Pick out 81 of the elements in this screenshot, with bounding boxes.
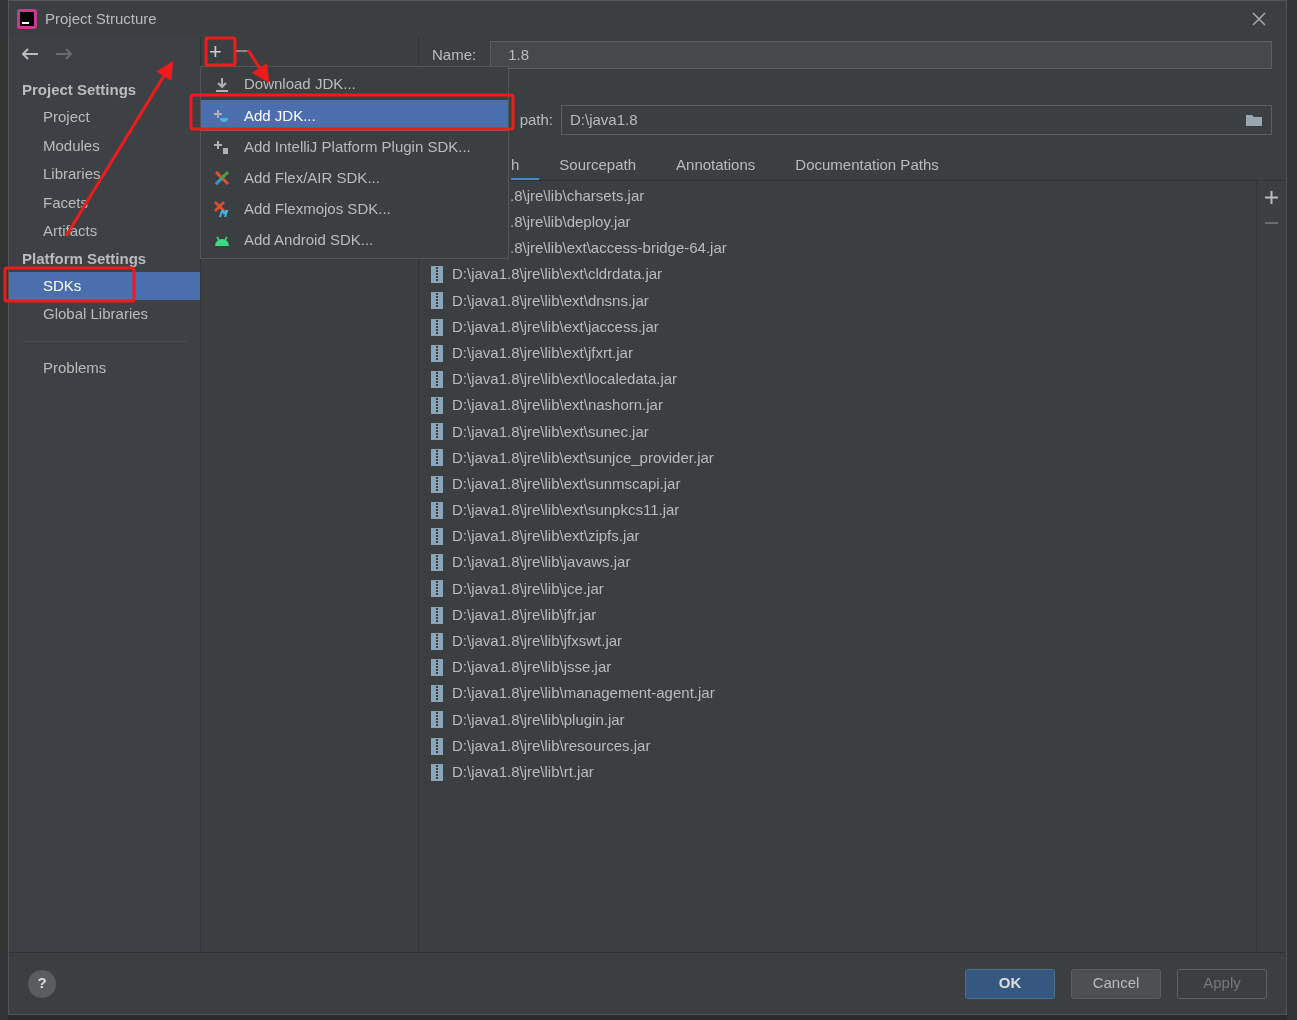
jar-icon	[431, 449, 443, 467]
jar-icon	[431, 370, 443, 388]
jar-icon	[431, 711, 443, 729]
jar-icon	[431, 266, 443, 284]
tab[interactable]: h	[511, 151, 540, 180]
cross-m-icon	[212, 200, 231, 219]
classpath-entry[interactable]: D:\java1.8\jre\lib\jsse.jar	[452, 656, 612, 679]
dialog-button[interactable]: OK	[965, 968, 1055, 999]
sidebar-item[interactable]: SDKs	[9, 271, 200, 300]
sidebar-item[interactable]: Problems	[9, 353, 200, 382]
classpath-entry[interactable]: D:\java1.8\jre\lib\ext\cldrdata.jar	[452, 263, 663, 286]
add-button[interactable]: +	[209, 41, 222, 63]
path-field[interactable]: D:\java1.8	[561, 105, 1272, 135]
classpath-entry[interactable]: D:\java1.8\jre\lib\ext\localedata.jar	[452, 368, 678, 391]
sidebar-item[interactable]: Global Libraries	[9, 300, 200, 329]
sidebar-item[interactable]: Modules	[9, 131, 200, 160]
jar-icon	[431, 554, 443, 572]
jar-icon	[431, 292, 443, 310]
tab[interactable]: Sourcepath	[539, 151, 657, 180]
classpath-entry[interactable]: D:\java1.8\jre\lib\plugin.jar	[452, 708, 625, 732]
name-field[interactable]: 1.8	[490, 41, 1272, 69]
annotation-frame	[204, 36, 237, 67]
jar-icon	[431, 501, 443, 519]
menu-item[interactable]: Add Flex/AIR SDK...	[201, 162, 508, 194]
download-icon	[213, 76, 230, 93]
classpath-entry[interactable]: D:\java1.8\jre\lib\ext\jaccess.jar	[452, 315, 659, 339]
jar-icon	[431, 580, 443, 598]
classpath-entry[interactable]: D:\java1.8\jre\lib\jfr.jar	[452, 603, 597, 627]
classpath-entry[interactable]: D:\java1.8\jre\lib\jce.jar	[452, 577, 604, 601]
jar-icon	[431, 737, 443, 755]
classpath-entry[interactable]: D:\java1.8\jre\lib\resources.jar	[452, 734, 651, 758]
jar-icon	[431, 606, 443, 624]
jar-icon	[431, 397, 443, 415]
field-label: Name:	[432, 44, 477, 65]
tab[interactable]: Annotations	[656, 151, 776, 180]
menu-item[interactable]: Add Flexmojos SDK...	[201, 193, 508, 225]
classpath-entry[interactable]: D:\java1.8\jre\lib\javaws.jar	[452, 551, 631, 574]
classpath-entry[interactable]: .8\jre\lib\charsets.jar	[510, 184, 645, 208]
menu-item[interactable]: Add IntelliJ Platform Plugin SDK...	[201, 131, 508, 163]
classpath-entry[interactable]: D:\java1.8\jre\lib\ext\sunmscapi.jar	[452, 472, 681, 496]
classpath-entry[interactable]: D:\java1.8\jre\lib\ext\dnsns.jar	[452, 289, 649, 313]
classpath-entry[interactable]: D:\java1.8\jre\lib\ext\sunjce_provider.jar	[452, 446, 714, 470]
jar-icon	[431, 685, 443, 703]
sidebar-item[interactable]: Project	[9, 103, 200, 132]
classpath-entry[interactable]: D:\java1.8\jre\lib\ext\jfxrt.jar	[452, 341, 633, 365]
close-icon[interactable]	[1252, 12, 1266, 26]
classpath-entry[interactable]: D:\java1.8\jre\lib\ext\sunec.jar	[452, 420, 649, 444]
plus-plug-icon	[212, 138, 231, 155]
sidebar-item[interactable]: Libraries	[9, 160, 200, 189]
jar-icon	[431, 344, 443, 362]
classpath-entry[interactable]: D:\java1.8\jre\lib\ext\sunpkcs11.jar	[452, 499, 680, 522]
folder-icon[interactable]	[1245, 113, 1263, 127]
cross-icon	[213, 170, 230, 187]
classpath-entry[interactable]: D:\java1.8\jre\lib\rt.jar	[452, 760, 594, 784]
classpath-entry[interactable]: .8\jre\lib\ext\access-bridge-64.jar	[510, 237, 727, 260]
classpath-entry[interactable]: D:\java1.8\jre\lib\ext\zipfs.jar	[452, 525, 640, 548]
jar-icon	[431, 528, 443, 546]
classpath-entry[interactable]: .8\jre\lib\deploy.jar	[510, 211, 631, 234]
add-icon[interactable]	[1265, 191, 1278, 204]
jar-icon	[431, 475, 443, 493]
jar-icon	[431, 423, 443, 441]
jar-icon	[431, 763, 443, 781]
help-button[interactable]: ?	[28, 969, 56, 998]
section-header: Project Settings	[21, 80, 138, 100]
window-title: Project Structure	[45, 8, 157, 29]
field-label: path:	[518, 109, 553, 130]
menu-item[interactable]: Download JDK...	[201, 69, 508, 101]
jar-icon	[431, 318, 443, 336]
dialog-button[interactable]: Cancel	[1071, 968, 1161, 999]
section-header: Platform Settings	[21, 248, 148, 269]
jar-icon	[431, 632, 443, 650]
app-logo-icon	[17, 9, 37, 29]
tab[interactable]: Documentation Paths	[775, 151, 959, 180]
plus-cup-icon	[212, 107, 231, 124]
menu-item[interactable]: Add Android SDK...	[201, 224, 508, 257]
classpath-entry[interactable]: D:\java1.8\jre\lib\management-agent.jar	[452, 682, 715, 705]
android-icon	[213, 234, 230, 247]
back-arrow-icon[interactable]	[21, 47, 39, 61]
jar-icon	[431, 658, 443, 676]
classpath-entry[interactable]: D:\java1.8\jre\lib\ext\nashorn.jar	[452, 394, 663, 417]
classpath-entry[interactable]: D:\java1.8\jre\lib\jfxswt.jar	[452, 630, 623, 653]
